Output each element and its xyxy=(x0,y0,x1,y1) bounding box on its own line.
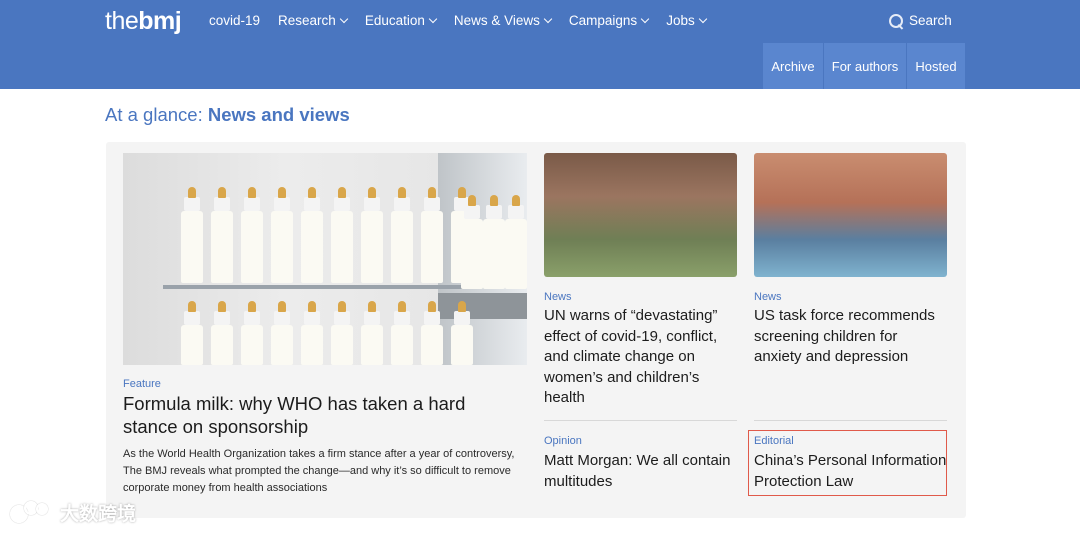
chevron-down-icon xyxy=(428,14,438,24)
watermark: 大数跨境 xyxy=(10,499,136,526)
watermark-text: 大数跨境 xyxy=(60,504,137,525)
section-title: At a glance: News and views xyxy=(105,104,350,126)
chevron-down-icon xyxy=(640,14,650,24)
card-un-title-link[interactable]: UN warns of “devastating” effect of covi… xyxy=(544,306,737,409)
card-us-title-link[interactable]: US task force recommends screening child… xyxy=(754,306,947,368)
bottle-shape xyxy=(301,187,323,283)
bottle-shape xyxy=(391,301,413,365)
subnav-for-authors[interactable]: For authors xyxy=(824,43,906,89)
bottle-shape xyxy=(271,301,293,365)
feature-description: As the World Health Organization takes a… xyxy=(123,448,515,494)
feature-title-link[interactable]: Formula milk: why WHO has taken a hard s… xyxy=(123,393,523,438)
feature-label: Feature xyxy=(123,378,161,390)
bottle-shape xyxy=(211,187,233,283)
bottle-shape xyxy=(301,301,323,365)
subnav-hosted[interactable]: Hosted xyxy=(907,43,965,89)
bottle-shape xyxy=(331,301,353,365)
chevron-down-icon xyxy=(543,14,553,24)
news-image-child-lying[interactable] xyxy=(754,153,947,277)
feature-image-formula-bottles[interactable] xyxy=(123,153,527,365)
nav-education[interactable]: Education xyxy=(365,12,438,30)
news-image-mother-child[interactable] xyxy=(544,153,737,277)
bottle-shape xyxy=(211,301,233,365)
bottle-shape xyxy=(391,187,413,283)
search-icon xyxy=(889,13,904,29)
divider xyxy=(754,420,947,421)
card-us-label: News xyxy=(754,291,782,303)
search-label: Search xyxy=(909,13,952,28)
chevron-down-icon xyxy=(339,14,349,24)
bottle-shape xyxy=(421,187,443,283)
nav-jobs[interactable]: Jobs xyxy=(666,12,707,30)
sub-nav: Archive For authors Hosted xyxy=(763,43,966,89)
site-header: thebmj covid-19 Research Education News … xyxy=(0,0,1080,89)
nav-covid-19[interactable]: covid-19 xyxy=(209,12,260,30)
bottle-shape xyxy=(331,187,353,283)
bottle-shape xyxy=(361,301,383,365)
section-title-main[interactable]: News and views xyxy=(208,104,350,125)
main-nav: covid-19 Research Education News & Views… xyxy=(209,12,724,30)
fridge-door-shelf xyxy=(438,293,527,319)
bottle-shape xyxy=(483,195,505,289)
nav-campaigns[interactable]: Campaigns xyxy=(569,12,650,30)
bottle-shape xyxy=(505,195,527,289)
card-opinion-title-link[interactable]: Matt Morgan: We all contain multitudes xyxy=(544,451,737,492)
bottle-shape xyxy=(241,301,263,365)
logo-bmj: bmj xyxy=(138,7,182,35)
bmj-logo[interactable]: thebmj xyxy=(105,7,182,35)
section-title-prefix: At a glance: xyxy=(105,104,208,125)
bottle-shape xyxy=(361,187,383,283)
highlight-box xyxy=(748,430,947,496)
search-button[interactable]: Search xyxy=(889,12,952,30)
subnav-archive[interactable]: Archive xyxy=(763,43,823,89)
bottle-shape xyxy=(271,187,293,283)
divider xyxy=(544,420,737,421)
bottle-shape xyxy=(421,301,443,365)
bottle-shape xyxy=(241,187,263,283)
chevron-down-icon xyxy=(698,14,707,24)
card-opinion-label: Opinion xyxy=(544,435,582,447)
bottle-shape xyxy=(451,301,473,365)
bottle-shape xyxy=(181,187,203,283)
fridge-shelf xyxy=(163,285,463,289)
logo-the: the xyxy=(105,7,139,35)
watermark-logo-icon xyxy=(10,500,54,525)
bottle-shape xyxy=(181,301,203,365)
nav-research[interactable]: Research xyxy=(278,12,349,30)
nav-news-views[interactable]: News & Views xyxy=(454,12,553,30)
bottle-shape xyxy=(461,195,483,289)
card-un-label: News xyxy=(544,291,572,303)
